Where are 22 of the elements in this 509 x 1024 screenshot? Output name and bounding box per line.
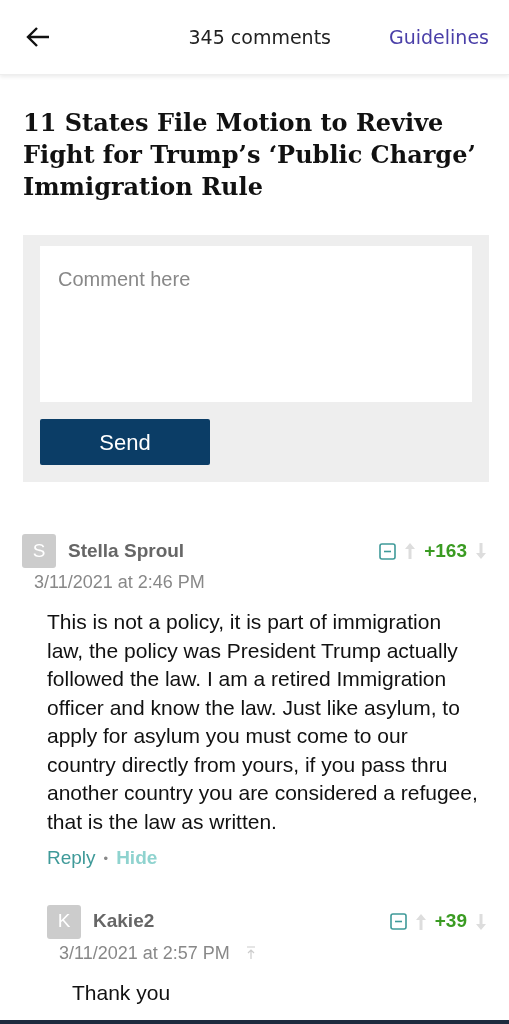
separator-dot: • — [103, 849, 109, 868]
send-button[interactable]: Send — [40, 419, 210, 465]
collapse-icon[interactable] — [379, 542, 397, 560]
guidelines-link[interactable]: Guidelines — [389, 22, 489, 52]
upvote-icon[interactable] — [414, 912, 427, 931]
author-name: Kakie2 — [93, 909, 155, 934]
comment-text: Thank you — [72, 979, 172, 1006]
comment-text: This is not a policy, it is part of immigration law, the policy was President Trump actually followed the law. I am a retired Immigration officer and know the law. Just like asylum, to apply for asylum you must come to our country directly from yours, if you pass thru another country you are considered a refugee, that is the law as written. — [47, 609, 479, 835]
comment-count: 345 comments — [188, 24, 331, 50]
downvote-icon[interactable] — [475, 912, 487, 931]
vote-score: +163 — [424, 538, 467, 563]
collapse-icon[interactable] — [389, 913, 407, 930]
jump-to-top-icon[interactable] — [245, 945, 256, 960]
upvote-icon[interactable] — [404, 542, 417, 560]
comment-date: 3/11/2021 at 2:46 PM — [34, 571, 205, 594]
comment-field[interactable]: Comment here — [40, 246, 472, 402]
back-arrow-icon[interactable] — [26, 26, 50, 48]
downvote-icon[interactable] — [475, 542, 487, 560]
article-title: 11 States File Motion to Revive Fight for Trump’s ‘Public Charge’ Immigration Rule — [23, 107, 477, 203]
comment-date: 3/11/2021 at 2:57 PM — [59, 941, 230, 965]
vote-score: +39 — [434, 909, 467, 934]
author-name: Stella Sproul — [68, 538, 185, 563]
